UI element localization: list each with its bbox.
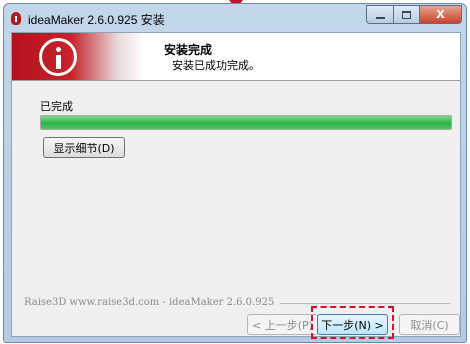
minimize-icon — [375, 16, 385, 19]
maximize-icon — [402, 10, 411, 19]
caption-buttons: X — [366, 5, 462, 24]
footer-branding: Raise3D www.raise3d.com - ideaMaker 2.6.… — [24, 297, 275, 308]
title-bar[interactable]: ideaMaker 2.6.0.925 安装 X — [4, 4, 466, 32]
installer-header: 安装完成 安装已成功完成。 — [12, 33, 460, 81]
cancel-button[interactable]: 取消(C) — [399, 314, 460, 335]
install-progress-bar — [40, 115, 452, 130]
close-icon: X — [436, 8, 445, 21]
next-button-highlight — [311, 306, 394, 339]
footer-divider — [280, 303, 450, 304]
maximize-button[interactable] — [393, 5, 419, 24]
ideamaker-info-logo — [39, 38, 77, 76]
back-button[interactable]: < 上一步(P) — [247, 314, 318, 335]
progress-status-label: 已完成 — [40, 100, 73, 113]
close-button[interactable]: X — [419, 5, 462, 24]
ideamaker-app-icon — [11, 12, 21, 25]
header-logo-banner — [12, 33, 144, 80]
installer-body: 安装完成 安装已成功完成。 已完成 显示细节(D) Raise3D www.ra… — [11, 32, 461, 339]
page-subtitle: 安装已成功完成。 — [172, 59, 260, 72]
install-progress-fill — [41, 116, 451, 129]
window-title: ideaMaker 2.6.0.925 安装 — [28, 13, 165, 27]
installer-window: ideaMaker 2.6.0.925 安装 X 安装完成 安装已成功完成。 已… — [3, 3, 467, 343]
minimize-button[interactable] — [366, 5, 393, 24]
page-title: 安装完成 — [164, 43, 213, 57]
show-details-button[interactable]: 显示细节(D) — [43, 137, 125, 158]
